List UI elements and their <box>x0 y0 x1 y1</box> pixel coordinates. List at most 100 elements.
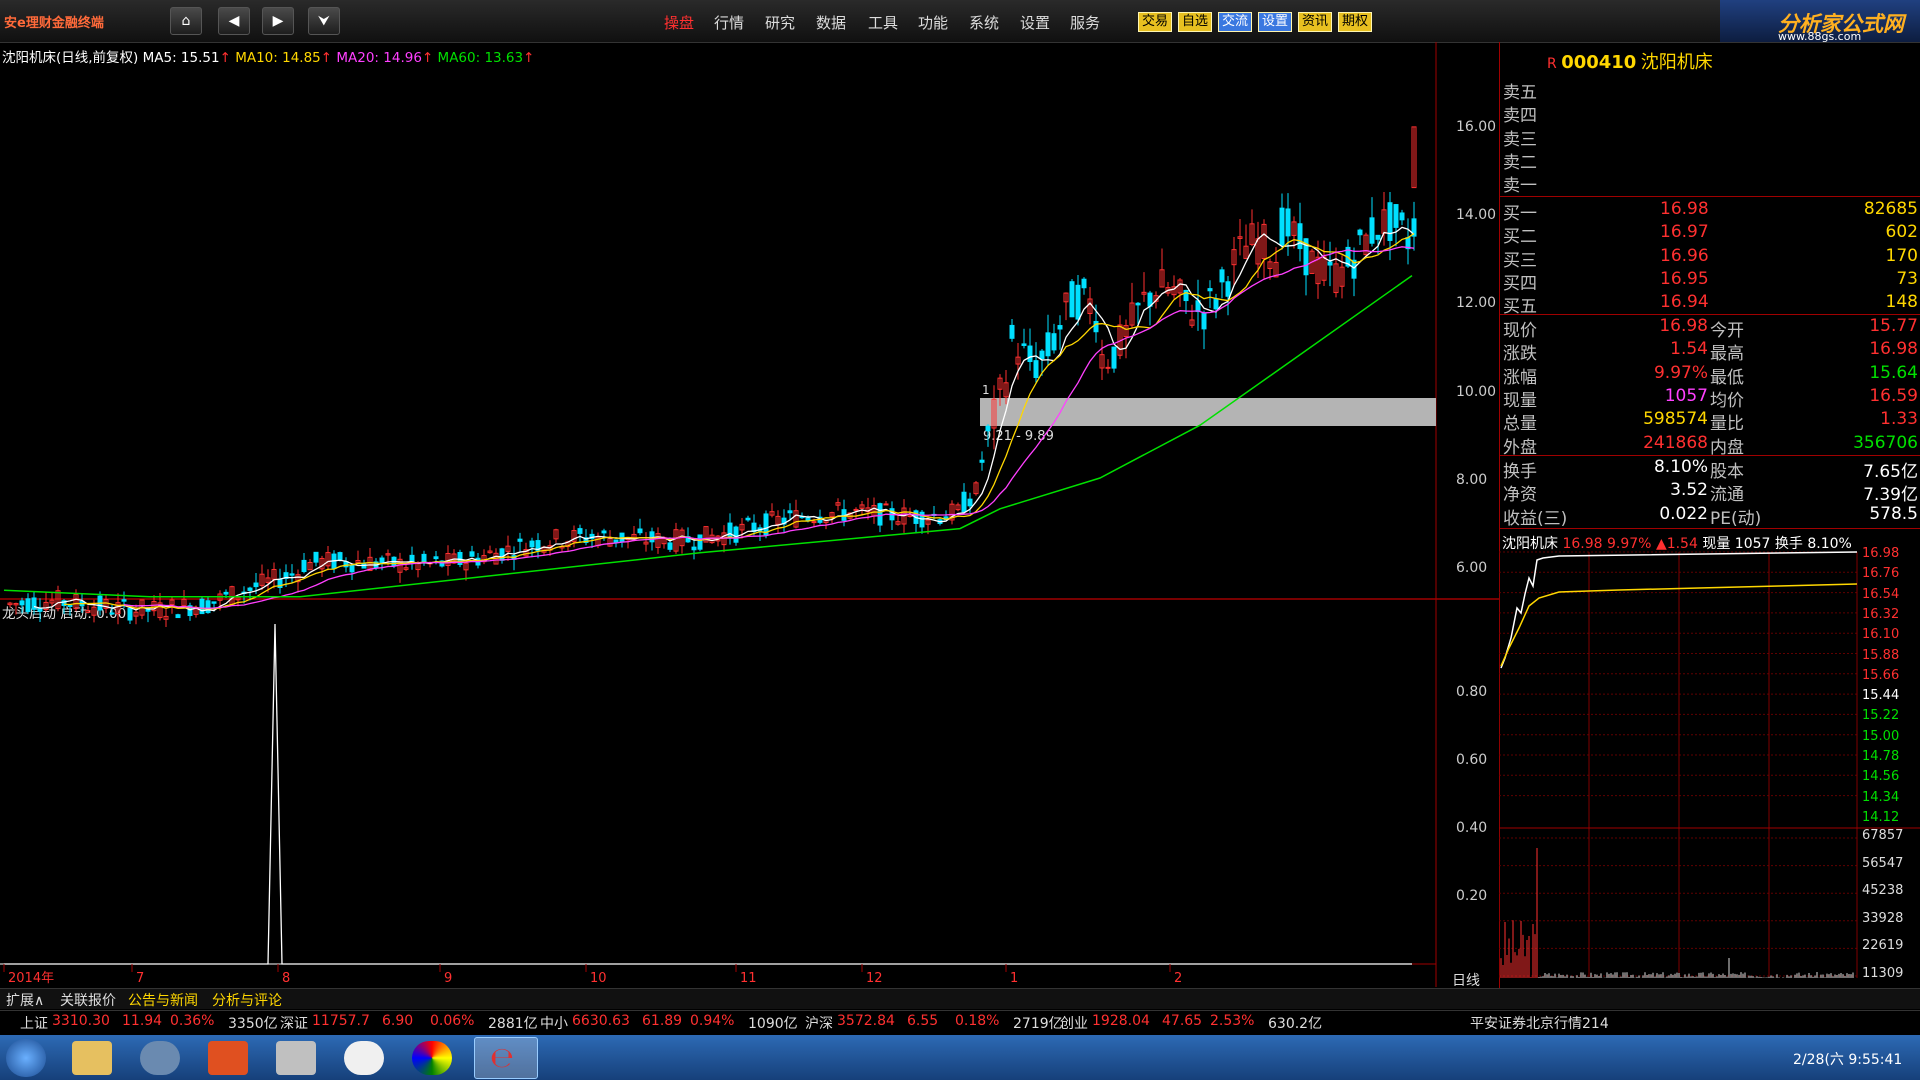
candle <box>1057 325 1063 330</box>
candle <box>601 530 607 534</box>
fund-value: 0.022 <box>1659 503 1708 524</box>
mini-header: 沈阳机床 16.98 9.97% ▲1.54 现量 1057 换手 8.10% <box>1502 536 1852 552</box>
intraday-y-tick: 15.44 <box>1862 688 1900 704</box>
start-button[interactable] <box>6 1039 46 1077</box>
divider <box>1499 314 1920 315</box>
search-app-icon[interactable] <box>140 1041 180 1075</box>
fund-label: 净资 <box>1503 485 1537 506</box>
intraday-chart[interactable] <box>1499 528 1920 983</box>
back-button[interactable]: ◀ <box>218 7 250 35</box>
buy-row-price[interactable]: 16.94 <box>1660 292 1709 312</box>
buy-row-price[interactable]: 16.97 <box>1660 222 1709 242</box>
candle <box>1045 332 1051 357</box>
candle <box>745 517 751 521</box>
clock[interactable]: 2/28(六 9:55:41 <box>1793 1049 1902 1069</box>
kline-chart[interactable]: 9.21 - 9.89 1 2014年 7 8 9 10 11 12 1 2 <box>0 42 1500 992</box>
sell-row-label: 卖五 <box>1503 83 1537 103</box>
tool-button-1[interactable]: 自选 <box>1178 12 1213 32</box>
buy-row-label: 买一 <box>1503 204 1537 224</box>
folder-icon[interactable] <box>72 1041 112 1075</box>
candle <box>205 600 211 614</box>
intraday-y-tick: 16.54 <box>1862 586 1900 602</box>
indicator-y-tick: 0.80 <box>1456 684 1488 700</box>
quote-value: 16.98 <box>1659 316 1708 336</box>
candle <box>349 564 355 573</box>
candle <box>577 528 583 534</box>
menu-5[interactable]: 功能 <box>918 12 948 33</box>
candle <box>469 551 475 557</box>
bottom-tab-3[interactable]: 分析与评论 <box>212 990 282 1010</box>
quote-value: 15.64 <box>1869 362 1918 383</box>
candle <box>1399 212 1405 221</box>
candle <box>109 612 115 615</box>
chart-app-icon[interactable] <box>208 1041 248 1075</box>
candle <box>1039 350 1045 360</box>
candle <box>253 582 259 588</box>
fund-label: 收益(三) <box>1503 508 1568 529</box>
x-label: 2014年 <box>8 971 54 986</box>
ticker-name[interactable]: 沪深 <box>805 1013 833 1033</box>
tool-button-4[interactable]: 资讯 <box>1298 12 1333 32</box>
bottom-tab-1[interactable]: 关联报价 <box>60 990 116 1010</box>
fund-value: 3.52 <box>1670 480 1708 501</box>
buy-row-volume: 170 <box>1885 245 1918 266</box>
candle <box>1357 229 1363 236</box>
x-label: 11 <box>740 971 757 986</box>
candle <box>37 608 43 612</box>
candle <box>883 503 889 506</box>
ticker-name[interactable]: 上证 <box>20 1013 48 1033</box>
candle <box>877 503 883 526</box>
x-label: 8 <box>282 971 290 986</box>
ticker-name[interactable]: 创业 <box>1060 1013 1088 1033</box>
y-tick: 16.00 <box>1456 119 1497 135</box>
tool-button-3[interactable]: 设置 <box>1258 12 1293 32</box>
menu-0[interactable]: 操盘 <box>664 12 694 33</box>
ticker-name[interactable]: 中小 <box>540 1013 568 1033</box>
menu-2[interactable]: 研究 <box>765 12 795 33</box>
buy-row-price[interactable]: 16.96 <box>1660 246 1709 266</box>
intraday-y-tick: 67857 <box>1862 828 1904 843</box>
color-wheel-icon[interactable] <box>412 1041 452 1075</box>
quote-value: 9.97% <box>1653 362 1708 383</box>
ticker-value: 3572.84 <box>837 1013 895 1029</box>
menu-6[interactable]: 系统 <box>969 12 999 33</box>
buy-row-price[interactable]: 16.95 <box>1660 269 1709 289</box>
app-e-icon[interactable]: ℮ <box>490 1041 522 1074</box>
quote-label: 均价 <box>1710 390 1744 411</box>
more-button[interactable]: ⮟ <box>308 7 340 35</box>
price-zone-marker: 1 <box>982 383 990 397</box>
tool-button-0[interactable]: 交易 <box>1138 12 1173 32</box>
menu-7[interactable]: 设置 <box>1020 12 1050 33</box>
intraday-y-tick: 14.78 <box>1862 749 1900 764</box>
indicator-y-tick: 0.40 <box>1456 820 1488 836</box>
calculator-icon[interactable] <box>276 1041 316 1075</box>
menu-4[interactable]: 工具 <box>868 12 898 33</box>
price-zone-box <box>980 398 1436 426</box>
tool-button-2[interactable]: 交流 <box>1218 12 1253 32</box>
candle <box>1387 202 1393 241</box>
quote-label: 外盘 <box>1503 437 1537 458</box>
candle <box>613 539 619 543</box>
candle <box>787 510 793 514</box>
menu-8[interactable]: 服务 <box>1070 12 1100 33</box>
menu-1[interactable]: 行情 <box>714 12 744 33</box>
forward-button[interactable]: ▶ <box>262 7 294 35</box>
candle <box>67 604 73 607</box>
candle <box>1375 234 1381 240</box>
ticker-name[interactable]: 深证 <box>280 1013 308 1033</box>
candle <box>637 528 643 534</box>
fox-icon[interactable] <box>344 1041 384 1075</box>
menu-3[interactable]: 数据 <box>816 12 846 33</box>
app-title: 安e理财金融终端 <box>4 16 104 31</box>
bottom-tab-0[interactable]: 扩展∧ <box>6 990 44 1010</box>
period-label[interactable]: 日线 <box>1452 970 1480 990</box>
ticker-value: 3310.30 <box>52 1013 110 1029</box>
quote-value: 15.77 <box>1869 316 1918 336</box>
candle <box>409 554 415 563</box>
buy-row-price[interactable]: 16.98 <box>1660 199 1709 219</box>
tool-button-5[interactable]: 期权 <box>1338 12 1373 32</box>
bottom-tab-2[interactable]: 公告与新闻 <box>128 990 198 1010</box>
candle <box>985 425 991 432</box>
home-button[interactable]: ⌂ <box>170 7 202 35</box>
candle <box>499 548 505 561</box>
